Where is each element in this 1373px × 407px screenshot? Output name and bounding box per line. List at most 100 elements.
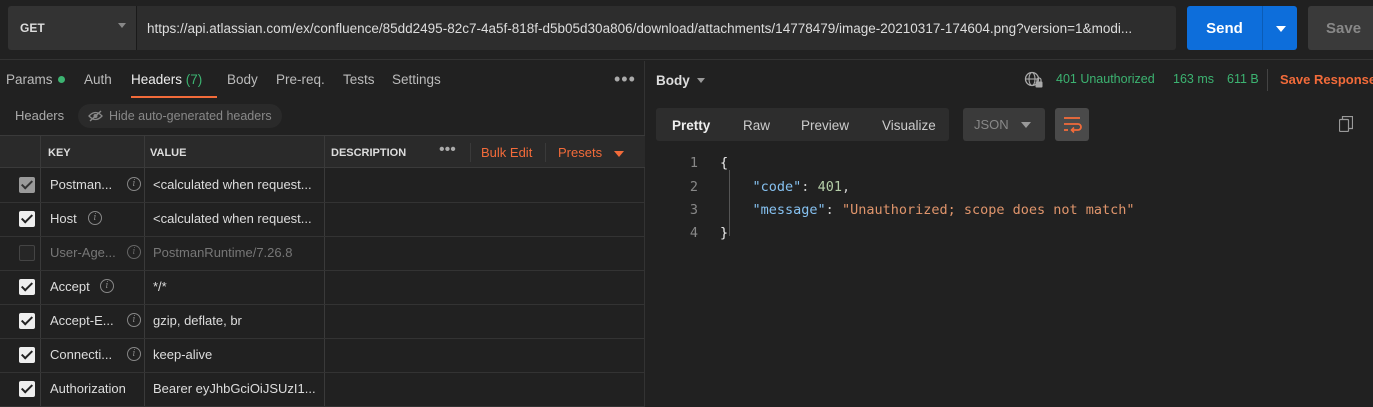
info-icon[interactable]: i: [127, 313, 141, 327]
line-number: 1: [689, 155, 698, 171]
method-select[interactable]: GET: [8, 6, 136, 50]
response-view-tabs: Pretty Raw Preview Visualize: [656, 108, 949, 141]
json-value: "Unauthorized; scope does not match": [841, 202, 1135, 218]
header-key[interactable]: Accept-E...: [50, 313, 114, 328]
response-body-dropdown[interactable]: Body: [656, 73, 690, 88]
header-value[interactable]: <calculated when request...: [153, 177, 321, 192]
url-input[interactable]: https://api.atlassian.com/ex/confluence/…: [136, 6, 1176, 50]
table-row: Connecti... i keep-alive: [0, 338, 645, 373]
tab-headers-label: Headers: [131, 72, 183, 87]
tab-params[interactable]: Params: [6, 72, 65, 92]
headers-table: KEY VALUE DESCRIPTION ••• Bulk Edit Pres…: [0, 135, 645, 407]
row-checkbox[interactable]: [19, 177, 35, 193]
params-status-dot-icon: [57, 76, 65, 83]
row-checkbox[interactable]: [19, 245, 35, 261]
tab-pretty[interactable]: Pretty: [672, 118, 710, 133]
code-line: {: [720, 155, 729, 171]
tab-settings[interactable]: Settings: [392, 72, 441, 92]
tab-raw[interactable]: Raw: [743, 118, 770, 133]
response-body-code[interactable]: 1 { 2 "code": 401, 3 "message": "Unautho…: [656, 155, 1296, 275]
copy-icon[interactable]: [1339, 116, 1353, 132]
tab-body[interactable]: Body: [227, 72, 258, 92]
code-line: }: [720, 225, 729, 241]
info-icon[interactable]: i: [127, 245, 141, 259]
header-divider: [545, 143, 546, 162]
format-select[interactable]: JSON: [963, 108, 1045, 141]
json-value: 401: [817, 179, 842, 195]
header-value[interactable]: PostmanRuntime/7.26.8: [153, 245, 321, 260]
header-key[interactable]: Connecti...: [50, 347, 112, 362]
table-row: Host i <calculated when request...: [0, 202, 645, 237]
header-value[interactable]: gzip, deflate, br: [153, 313, 321, 328]
header-key[interactable]: User-Age...: [50, 245, 116, 260]
active-tab-indicator: [131, 96, 217, 98]
code-line: "code": 401,: [752, 179, 851, 195]
header-key[interactable]: Host: [50, 211, 77, 226]
fold-guide: [729, 170, 730, 236]
header-value[interactable]: */*: [153, 279, 321, 294]
info-icon[interactable]: i: [127, 177, 141, 191]
status-code[interactable]: 401 Unauthorized: [1056, 72, 1155, 86]
header-value[interactable]: Bearer eyJhbGciOiJSUzI1...: [153, 381, 321, 396]
tab-params-label: Params: [6, 72, 53, 87]
row-checkbox[interactable]: [19, 381, 35, 397]
header-key[interactable]: Postman...: [50, 177, 112, 192]
row-checkbox[interactable]: [19, 313, 35, 329]
tab-pre-request[interactable]: Pre-req.: [276, 72, 325, 92]
hide-auto-headers-button[interactable]: Hide auto-generated headers: [78, 104, 282, 128]
table-row: Postman... i <calculated when request...: [0, 168, 645, 203]
globe-lock-icon[interactable]: [1024, 71, 1044, 89]
table-header-row: KEY VALUE DESCRIPTION ••• Bulk Edit Pres…: [0, 135, 645, 168]
line-number: 3: [689, 202, 698, 218]
row-checkbox[interactable]: [19, 279, 35, 295]
wrap-lines-button[interactable]: [1055, 108, 1089, 141]
chevron-down-icon: [1021, 122, 1031, 128]
send-label: Send: [1206, 19, 1243, 37]
presets-button[interactable]: Presets: [558, 145, 624, 160]
header-value[interactable]: <calculated when request...: [153, 211, 321, 226]
chevron-down-icon: [614, 151, 624, 157]
table-row: Authorization Bearer eyJhbGciOiJSUzI1...: [0, 372, 645, 407]
info-icon[interactable]: i: [88, 211, 102, 225]
response-time[interactable]: 163 ms: [1173, 72, 1214, 86]
hide-auto-headers-label: Hide auto-generated headers: [109, 109, 272, 123]
wrap-lines-icon: [1064, 117, 1082, 134]
chevron-down-icon: [118, 23, 126, 28]
send-options-chevron-icon[interactable]: [1276, 26, 1286, 32]
column-key: KEY: [48, 147, 71, 159]
row-checkbox[interactable]: [19, 347, 35, 363]
chevron-down-icon[interactable]: [697, 78, 705, 83]
send-button[interactable]: Send: [1187, 6, 1297, 50]
header-value[interactable]: keep-alive: [153, 347, 321, 362]
response-size[interactable]: 611 B: [1227, 72, 1259, 86]
tab-visualize[interactable]: Visualize: [882, 118, 936, 133]
table-row: Accept-E... i gzip, deflate, br: [0, 304, 645, 339]
more-options-icon[interactable]: •••: [614, 69, 636, 90]
tab-auth[interactable]: Auth: [84, 72, 112, 92]
row-checkbox[interactable]: [19, 211, 35, 227]
header-key[interactable]: Accept: [50, 279, 90, 294]
tab-headers-count: (7): [185, 72, 203, 87]
request-pane: Params Auth Headers (7) Body Pre-req. Te…: [0, 61, 645, 407]
save-button[interactable]: Save: [1308, 6, 1373, 50]
header-key[interactable]: Authorization: [50, 381, 126, 396]
line-number: 2: [689, 179, 698, 195]
info-icon[interactable]: i: [100, 279, 114, 293]
save-response-button[interactable]: Save Response: [1280, 72, 1373, 87]
bulk-edit-button[interactable]: Bulk Edit: [481, 145, 532, 160]
line-number: 4: [689, 225, 698, 241]
tab-tests[interactable]: Tests: [343, 72, 375, 92]
column-description: DESCRIPTION: [331, 147, 407, 159]
table-row: Accept i */*: [0, 270, 645, 305]
column-value: VALUE: [150, 147, 187, 159]
tab-headers[interactable]: Headers (7): [131, 72, 202, 92]
method-label: GET: [20, 21, 45, 35]
response-pane: Body 401 Unauthorized 163 ms 611 B Save …: [646, 61, 1373, 407]
eye-off-icon: [88, 110, 103, 122]
headers-section-label: Headers: [15, 108, 65, 123]
json-comma: ,: [841, 179, 851, 195]
tab-preview[interactable]: Preview: [801, 118, 849, 133]
format-label: JSON: [974, 117, 1009, 132]
info-icon[interactable]: i: [127, 347, 141, 361]
table-options-icon[interactable]: •••: [439, 141, 456, 159]
